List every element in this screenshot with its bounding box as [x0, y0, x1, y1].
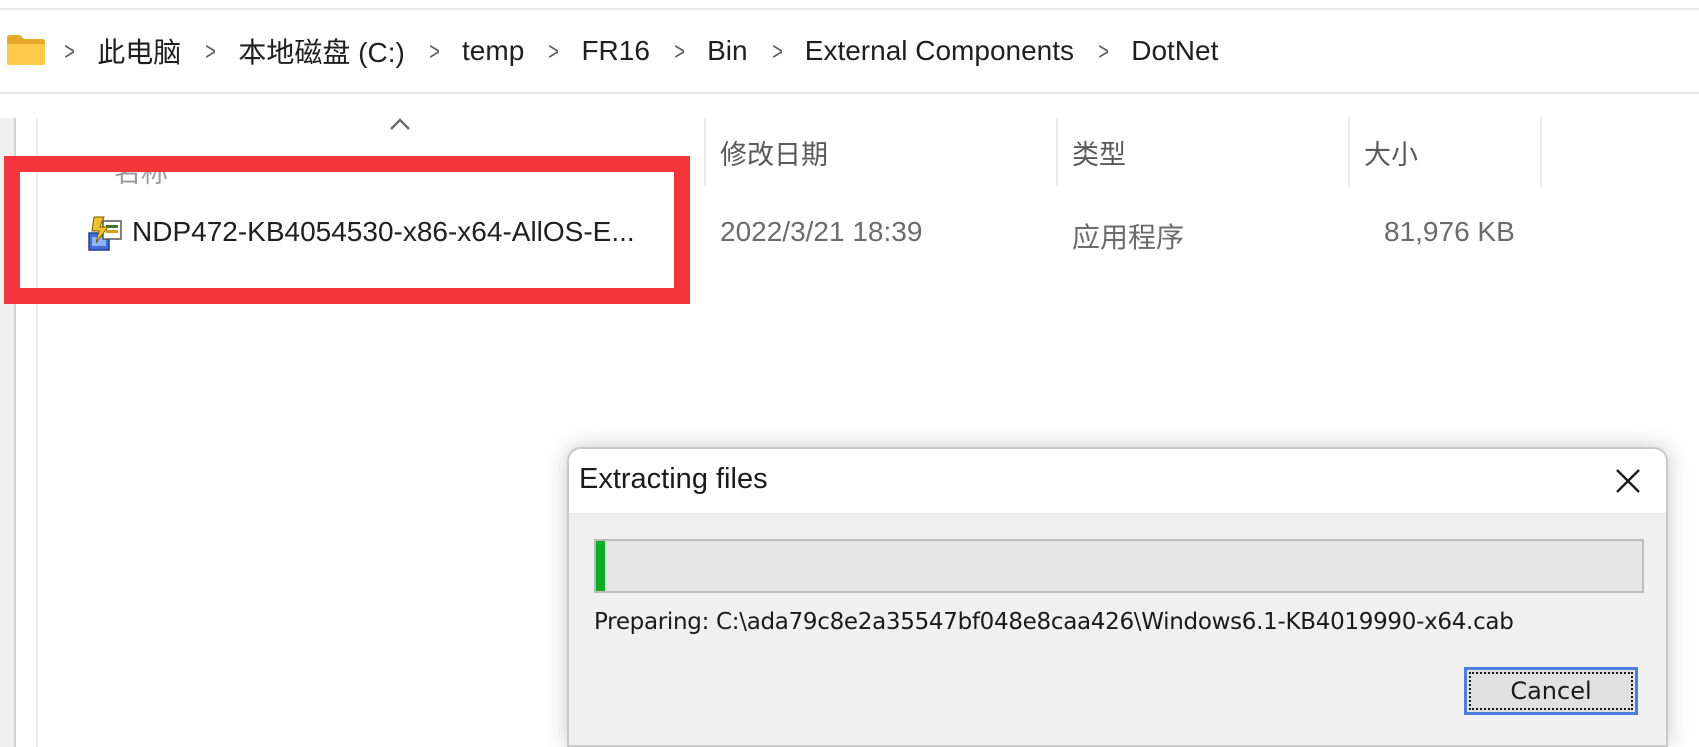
- breadcrumb-item-fr16[interactable]: FR16: [581, 35, 649, 67]
- sort-ascending-icon: [390, 118, 410, 130]
- dialog-title: Extracting files: [579, 463, 768, 495]
- divider: [36, 118, 38, 747]
- breadcrumb-item-local-disk[interactable]: 本地磁盘 (C:): [238, 31, 404, 71]
- chevron-right-icon[interactable]: >: [549, 36, 560, 67]
- progress-fill: [596, 541, 606, 591]
- explorer-window: > 此电脑 > 本地磁盘 (C:) > temp > FR16 > Bin > …: [0, 0, 1699, 747]
- progress-bar: [594, 539, 1644, 593]
- chevron-right-icon[interactable]: >: [674, 36, 685, 67]
- breadcrumb-item-dotnet[interactable]: DotNet: [1131, 35, 1218, 67]
- status-text: Preparing: C:\ada79c8e2a35547bf048e8caa4…: [594, 609, 1514, 635]
- dialog-titlebar[interactable]: Extracting files: [569, 449, 1666, 514]
- column-header-type[interactable]: 类型: [1058, 118, 1348, 186]
- file-size: 81,976 KB: [1384, 216, 1515, 247]
- column-divider[interactable]: [1540, 118, 1542, 186]
- breadcrumb-item-external-components[interactable]: External Components: [805, 35, 1074, 67]
- chevron-right-icon[interactable]: >: [1098, 36, 1109, 67]
- address-bar[interactable]: > 此电脑 > 本地磁盘 (C:) > temp > FR16 > Bin > …: [0, 8, 1699, 94]
- chevron-right-icon[interactable]: >: [429, 36, 440, 67]
- chevron-right-icon[interactable]: >: [64, 36, 75, 67]
- column-header-size[interactable]: 大小: [1350, 118, 1540, 186]
- installer-icon: [88, 216, 122, 251]
- close-icon[interactable]: [1610, 463, 1646, 499]
- column-header-date[interactable]: 修改日期: [706, 118, 1056, 186]
- file-date: 2022/3/21 18:39: [720, 216, 923, 247]
- list-item[interactable]: NDP472-KB4054530-x86-x64-AllOS-E... 2022…: [80, 198, 1540, 268]
- cancel-button[interactable]: Cancel: [1464, 667, 1638, 715]
- folder-icon: [7, 35, 45, 65]
- file-name[interactable]: NDP472-KB4054530-x86-x64-AllOS-E...: [132, 216, 635, 248]
- breadcrumb-item-bin[interactable]: Bin: [707, 35, 747, 67]
- file-type: 应用程序: [1072, 222, 1185, 253]
- breadcrumb-item-temp[interactable]: temp: [462, 35, 524, 67]
- column-header-name[interactable]: 名称: [100, 136, 700, 204]
- chevron-right-icon[interactable]: >: [205, 36, 216, 67]
- chevron-right-icon[interactable]: >: [772, 36, 783, 67]
- breadcrumb-item-this-pc[interactable]: 此电脑: [97, 31, 181, 71]
- breadcrumb: > 此电脑 > 本地磁盘 (C:) > temp > FR16 > Bin > …: [62, 10, 1240, 92]
- navigation-pane-edge[interactable]: [0, 118, 16, 747]
- extracting-dialog: Extracting files Preparing: C:\ada79c8e2…: [567, 447, 1668, 747]
